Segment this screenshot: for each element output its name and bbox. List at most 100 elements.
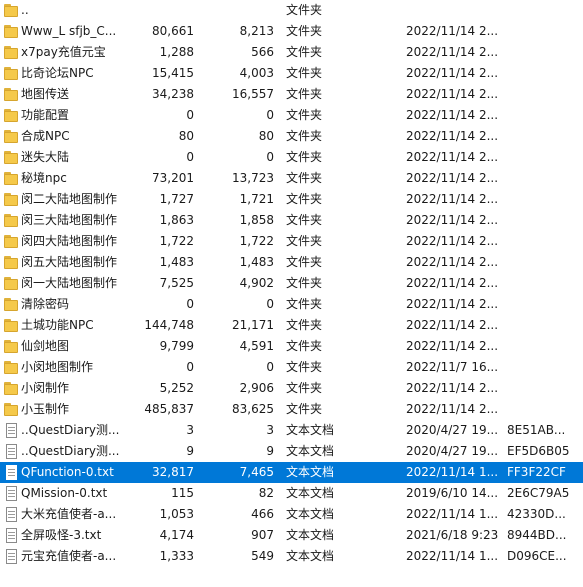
packed-size: 82 <box>258 486 274 500</box>
file-type: 文件夹 <box>286 255 323 269</box>
file-type: 文件夹 <box>286 171 323 185</box>
folder-row[interactable]: Www_L sfjb_C... 80,661 8,213 文件夹 2022/11/14 … <box>0 21 583 42</box>
folder-icon <box>3 255 19 270</box>
file-name: 地图传送 <box>21 87 70 101</box>
file-row[interactable]: ..QuestDiary测... 3 3 文本文档 2020/4/27 19... 8E5… <box>0 420 583 441</box>
file-name: 闵三大陆地图制作 <box>21 213 118 227</box>
folder-row[interactable]: 小闵制作 5,252 2,906 文件夹 2022/11/14 2... <box>0 378 583 399</box>
crc-value <box>507 315 583 336</box>
modified-date: 2022/11/14 2... <box>406 150 499 164</box>
folder-icon <box>3 108 19 123</box>
folder-row[interactable]: 土城功能NPC 144,748 21,171 文件夹 2022/11/14 2... <box>0 315 583 336</box>
modified-date: 2020/4/27 19... <box>406 444 499 458</box>
folder-row[interactable]: .. 文件夹 <box>0 0 583 21</box>
file-name: 功能配置 <box>21 108 70 122</box>
folder-icon <box>3 129 19 144</box>
file-name: ..QuestDiary测... <box>21 444 120 458</box>
file-row[interactable]: QMission-0.txt 115 82 文本文档 2019/6/10 14... 2E… <box>0 483 583 504</box>
file-type: 文件夹 <box>286 402 323 416</box>
folder-row[interactable]: x7pay充值元宝 1,288 566 文件夹 2022/11/14 2... <box>0 42 583 63</box>
packed-size: 0 <box>266 108 274 122</box>
folder-row[interactable]: 秘境npc 73,201 13,723 文件夹 2022/11/14 2... <box>0 168 583 189</box>
file-size: 7,525 <box>159 276 194 290</box>
file-size: 9 <box>186 444 194 458</box>
file-size: 73,201 <box>152 171 194 185</box>
modified-date: 2022/11/14 2... <box>406 192 499 206</box>
file-name: 全屏吸怪-3.txt <box>21 528 102 542</box>
folder-row[interactable]: 清除密码 0 0 文件夹 2022/11/14 2... <box>0 294 583 315</box>
file-size: 1,727 <box>159 192 194 206</box>
packed-size <box>194 0 274 21</box>
modified-date: 2022/11/14 2... <box>406 318 499 332</box>
file-type: 文本文档 <box>286 444 335 458</box>
folder-row[interactable]: 闵五大陆地图制作 1,483 1,483 文件夹 2022/11/14 2... <box>0 252 583 273</box>
file-type: 文本文档 <box>286 465 335 479</box>
crc-value <box>507 42 583 63</box>
file-row[interactable]: 元宝充值使者-a... 1,333 549 文本文档 2022/11/14 1... D0… <box>0 546 583 567</box>
file-size: 15,415 <box>152 66 194 80</box>
file-name: 迷失大陆 <box>21 150 70 164</box>
packed-size: 1,722 <box>239 234 274 248</box>
folder-row[interactable]: 闵一大陆地图制作 7,525 4,902 文件夹 2022/11/14 2... <box>0 273 583 294</box>
crc-value <box>507 252 583 273</box>
crc-value <box>507 378 583 399</box>
folder-row[interactable]: 功能配置 0 0 文件夹 2022/11/14 2... <box>0 105 583 126</box>
file-name: QMission-0.txt <box>21 486 108 500</box>
file-size: 1,333 <box>159 549 194 563</box>
packed-size: 7,465 <box>239 465 274 479</box>
crc-value <box>507 399 583 420</box>
folder-icon <box>3 318 19 333</box>
file-name: 秘境npc <box>21 171 67 185</box>
folder-row[interactable]: 比奇论坛NPC 15,415 4,003 文件夹 2022/11/14 2... <box>0 63 583 84</box>
file-type: 文件夹 <box>286 339 323 353</box>
file-name: 仙剑地图 <box>21 339 70 353</box>
crc-value <box>507 126 583 147</box>
file-type: 文件夹 <box>286 108 323 122</box>
folder-icon <box>3 297 19 312</box>
file-name: 比奇论坛NPC <box>21 66 94 80</box>
file-name: ..QuestDiary测... <box>21 423 120 437</box>
file-row[interactable]: 全屏吸怪-3.txt 4,174 907 文本文档 2021/6/18 9:23 8944… <box>0 525 583 546</box>
file-type: 文件夹 <box>286 24 323 38</box>
file-size: 144,748 <box>144 318 194 332</box>
crc-value: 42330D... <box>507 507 566 521</box>
folder-row[interactable]: 闵四大陆地图制作 1,722 1,722 文件夹 2022/11/14 2... <box>0 231 583 252</box>
folder-row[interactable]: 小玉制作 485,837 83,625 文件夹 2022/11/14 2... <box>0 399 583 420</box>
modified-date: 2022/11/14 2... <box>406 339 499 353</box>
file-size <box>121 0 194 21</box>
modified-date: 2022/11/14 2... <box>406 24 499 38</box>
modified-date: 2022/11/14 2... <box>406 87 499 101</box>
packed-size: 4,591 <box>239 339 274 353</box>
file-name: 合成NPC <box>21 129 70 143</box>
packed-size: 4,003 <box>239 66 274 80</box>
folder-row[interactable]: 小闵地图制作 0 0 文件夹 2022/11/7 16... <box>0 357 583 378</box>
crc-value <box>507 21 583 42</box>
file-row[interactable]: ..QuestDiary测... 9 9 文本文档 2020/4/27 19... EF5… <box>0 441 583 462</box>
modified-date: 2022/11/14 2... <box>406 108 499 122</box>
folder-row[interactable]: 仙剑地图 9,799 4,591 文件夹 2022/11/14 2... <box>0 336 583 357</box>
file-size: 0 <box>186 150 194 164</box>
file-size: 1,053 <box>159 507 194 521</box>
folder-row[interactable]: 闵三大陆地图制作 1,863 1,858 文件夹 2022/11/14 2... <box>0 210 583 231</box>
file-size: 34,238 <box>152 87 194 101</box>
packed-size: 0 <box>266 297 274 311</box>
file-type: 文件夹 <box>286 234 323 248</box>
file-size: 0 <box>186 360 194 374</box>
file-row[interactable]: QFunction-0.txt 32,817 7,465 文本文档 2022/11/14… <box>0 462 583 483</box>
file-name: 闵一大陆地图制作 <box>21 276 118 290</box>
file-name: 闵二大陆地图制作 <box>21 192 118 206</box>
crc-value <box>507 63 583 84</box>
folder-row[interactable]: 合成NPC 80 80 文件夹 2022/11/14 2... <box>0 126 583 147</box>
file-name: 小玉制作 <box>21 402 70 416</box>
file-type: 文本文档 <box>286 549 335 563</box>
crc-value: 2E6C79A5 <box>507 486 570 500</box>
folder-icon <box>3 360 19 375</box>
file-row[interactable]: 大米充值使者-a... 1,053 466 文本文档 2022/11/14 1... 42… <box>0 504 583 525</box>
file-size: 9,799 <box>159 339 194 353</box>
file-type: 文件夹 <box>286 45 323 59</box>
modified-date: 2020/4/27 19... <box>406 423 499 437</box>
folder-row[interactable]: 闵二大陆地图制作 1,727 1,721 文件夹 2022/11/14 2... <box>0 189 583 210</box>
file-type: 文件夹 <box>286 87 323 101</box>
folder-row[interactable]: 迷失大陆 0 0 文件夹 2022/11/14 2... <box>0 147 583 168</box>
folder-row[interactable]: 地图传送 34,238 16,557 文件夹 2022/11/14 2... <box>0 84 583 105</box>
